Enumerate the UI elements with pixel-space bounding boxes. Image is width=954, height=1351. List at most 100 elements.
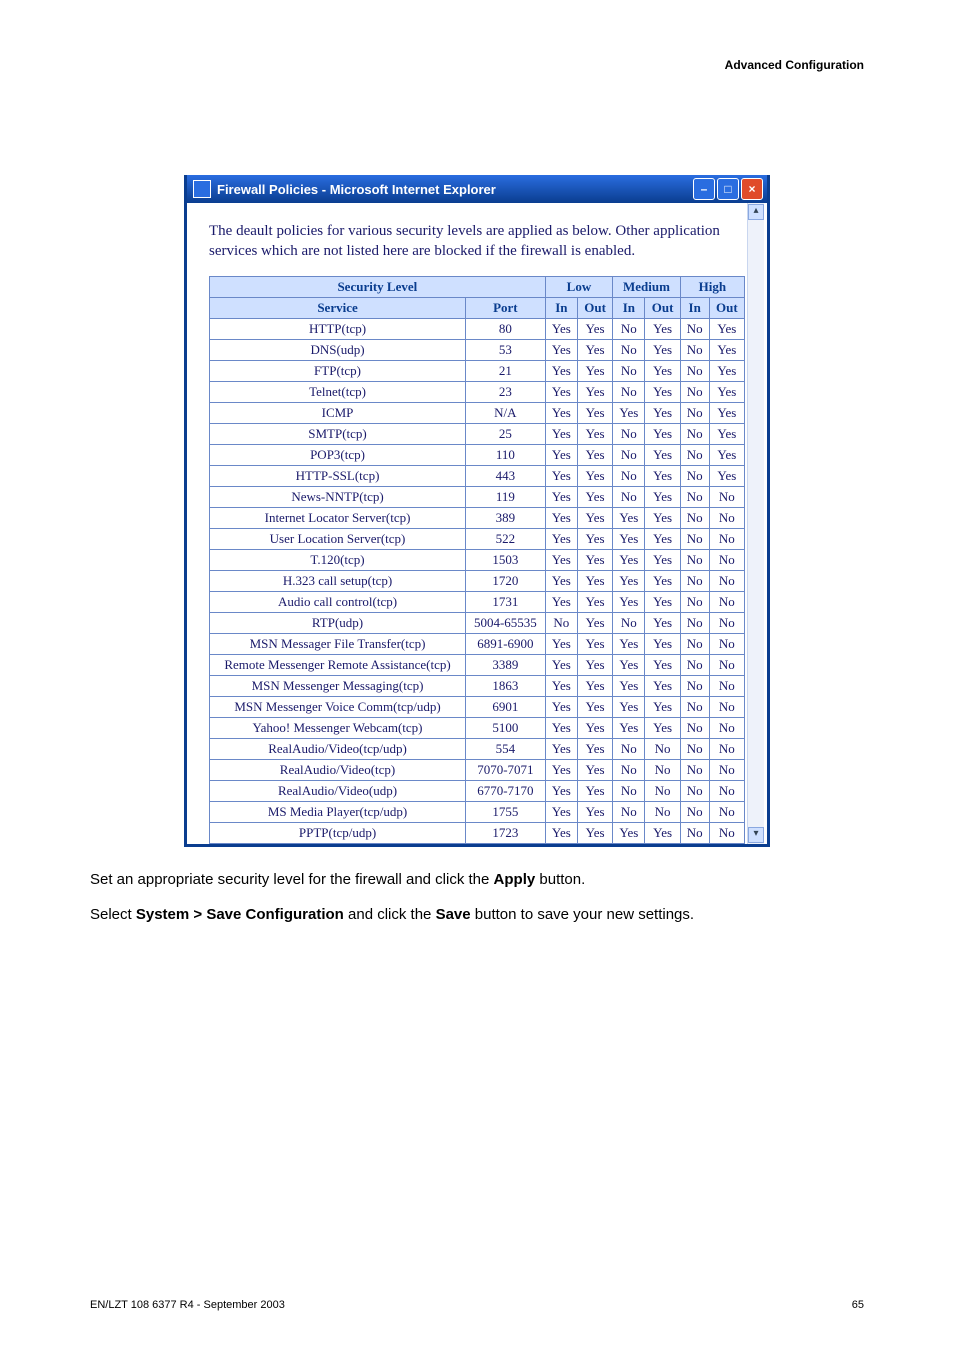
col-med-out: Out	[645, 297, 680, 318]
table-row: User Location Server(tcp)522YesYesYesYes…	[210, 528, 745, 549]
ie-icon	[193, 180, 211, 198]
table-row: FTP(tcp)21YesYesNoYesNoYes	[210, 360, 745, 381]
cell-value: Yes	[613, 549, 645, 570]
cell-value: Yes	[545, 360, 577, 381]
cell-service: T.120(tcp)	[210, 549, 466, 570]
cell-port: 53	[466, 339, 546, 360]
cell-value: No	[613, 360, 645, 381]
col-medium: Medium	[613, 276, 681, 297]
cell-value: Yes	[613, 570, 645, 591]
cell-value: Yes	[545, 423, 577, 444]
cell-value: Yes	[545, 465, 577, 486]
cell-value: Yes	[545, 696, 577, 717]
table-row: H.323 call setup(tcp)1720YesYesYesYesNoN…	[210, 570, 745, 591]
table-row: HTTP-SSL(tcp)443YesYesNoYesNoYes	[210, 465, 745, 486]
cell-value: No	[709, 780, 744, 801]
cell-value: Yes	[545, 822, 577, 843]
scrollbar[interactable]: ▴ ▾	[747, 203, 764, 844]
cell-value: No	[709, 654, 744, 675]
cell-value: Yes	[709, 423, 744, 444]
cell-port: 443	[466, 465, 546, 486]
cell-value: Yes	[613, 402, 645, 423]
cell-value: Yes	[645, 360, 680, 381]
cell-value: No	[709, 759, 744, 780]
col-high: High	[680, 276, 744, 297]
cell-value: Yes	[577, 759, 612, 780]
cell-value: No	[680, 360, 709, 381]
scroll-down-icon[interactable]: ▾	[748, 827, 764, 843]
cell-port: 6901	[466, 696, 546, 717]
cell-port: 6770-7170	[466, 780, 546, 801]
close-button[interactable]: ×	[741, 178, 763, 200]
cell-service: Telnet(tcp)	[210, 381, 466, 402]
cell-value: Yes	[577, 822, 612, 843]
cell-value: No	[709, 612, 744, 633]
scroll-up-icon[interactable]: ▴	[748, 204, 764, 220]
cell-port: N/A	[466, 402, 546, 423]
cell-value: Yes	[545, 570, 577, 591]
cell-value: No	[680, 339, 709, 360]
cell-value: Yes	[545, 633, 577, 654]
cell-port: 6891-6900	[466, 633, 546, 654]
cell-service: MS Media Player(tcp/udp)	[210, 801, 466, 822]
cell-value: No	[709, 717, 744, 738]
cell-value: Yes	[645, 612, 680, 633]
col-security-level: Security Level	[210, 276, 546, 297]
cell-value: No	[680, 612, 709, 633]
cell-service: ICMP	[210, 402, 466, 423]
cell-value: Yes	[577, 738, 612, 759]
cell-service: H.323 call setup(tcp)	[210, 570, 466, 591]
cell-value: No	[613, 318, 645, 339]
cell-value: Yes	[645, 696, 680, 717]
table-row: MSN Messenger Voice Comm(tcp/udp)6901Yes…	[210, 696, 745, 717]
cell-port: 110	[466, 444, 546, 465]
cell-value: Yes	[613, 654, 645, 675]
cell-value: Yes	[577, 486, 612, 507]
cell-value: Yes	[645, 822, 680, 843]
cell-port: 1731	[466, 591, 546, 612]
table-row: PPTP(tcp/udp)1723YesYesYesYesNoNo	[210, 822, 745, 843]
cell-service: RealAudio/Video(udp)	[210, 780, 466, 801]
minimize-button[interactable]: –	[693, 178, 715, 200]
cell-value: Yes	[645, 339, 680, 360]
cell-value: Yes	[645, 423, 680, 444]
cell-value: Yes	[577, 465, 612, 486]
titlebar: Firewall Policies - Microsoft Internet E…	[187, 175, 767, 203]
cell-port: 1720	[466, 570, 546, 591]
cell-service: Remote Messenger Remote Assistance(tcp)	[210, 654, 466, 675]
table-row: MSN Messager File Transfer(tcp)6891-6900…	[210, 633, 745, 654]
cell-value: Yes	[545, 381, 577, 402]
cell-service: Yahoo! Messenger Webcam(tcp)	[210, 717, 466, 738]
cell-value: No	[680, 738, 709, 759]
cell-value: No	[613, 381, 645, 402]
page-header-right: Advanced Configuration	[725, 58, 864, 72]
cell-value: Yes	[577, 612, 612, 633]
cell-value: Yes	[645, 591, 680, 612]
cell-value: No	[680, 423, 709, 444]
col-service: Service	[210, 297, 466, 318]
cell-value: Yes	[613, 507, 645, 528]
cell-value: No	[613, 444, 645, 465]
cell-value: No	[545, 612, 577, 633]
cell-service: MSN Messenger Messaging(tcp)	[210, 675, 466, 696]
cell-value: Yes	[577, 675, 612, 696]
maximize-button[interactable]: □	[717, 178, 739, 200]
cell-value: No	[680, 633, 709, 654]
cell-service: DNS(udp)	[210, 339, 466, 360]
cell-value: Yes	[545, 339, 577, 360]
cell-value: No	[613, 423, 645, 444]
cell-value: Yes	[645, 318, 680, 339]
cell-value: Yes	[613, 591, 645, 612]
cell-value: No	[680, 801, 709, 822]
browser-window: Firewall Policies - Microsoft Internet E…	[184, 175, 770, 847]
cell-value: Yes	[577, 528, 612, 549]
col-med-in: In	[613, 297, 645, 318]
cell-value: Yes	[613, 822, 645, 843]
col-low: Low	[545, 276, 613, 297]
cell-service: RTP(udp)	[210, 612, 466, 633]
cell-value: Yes	[645, 675, 680, 696]
cell-value: Yes	[645, 402, 680, 423]
cell-port: 1863	[466, 675, 546, 696]
cell-value: No	[709, 738, 744, 759]
cell-port: 21	[466, 360, 546, 381]
